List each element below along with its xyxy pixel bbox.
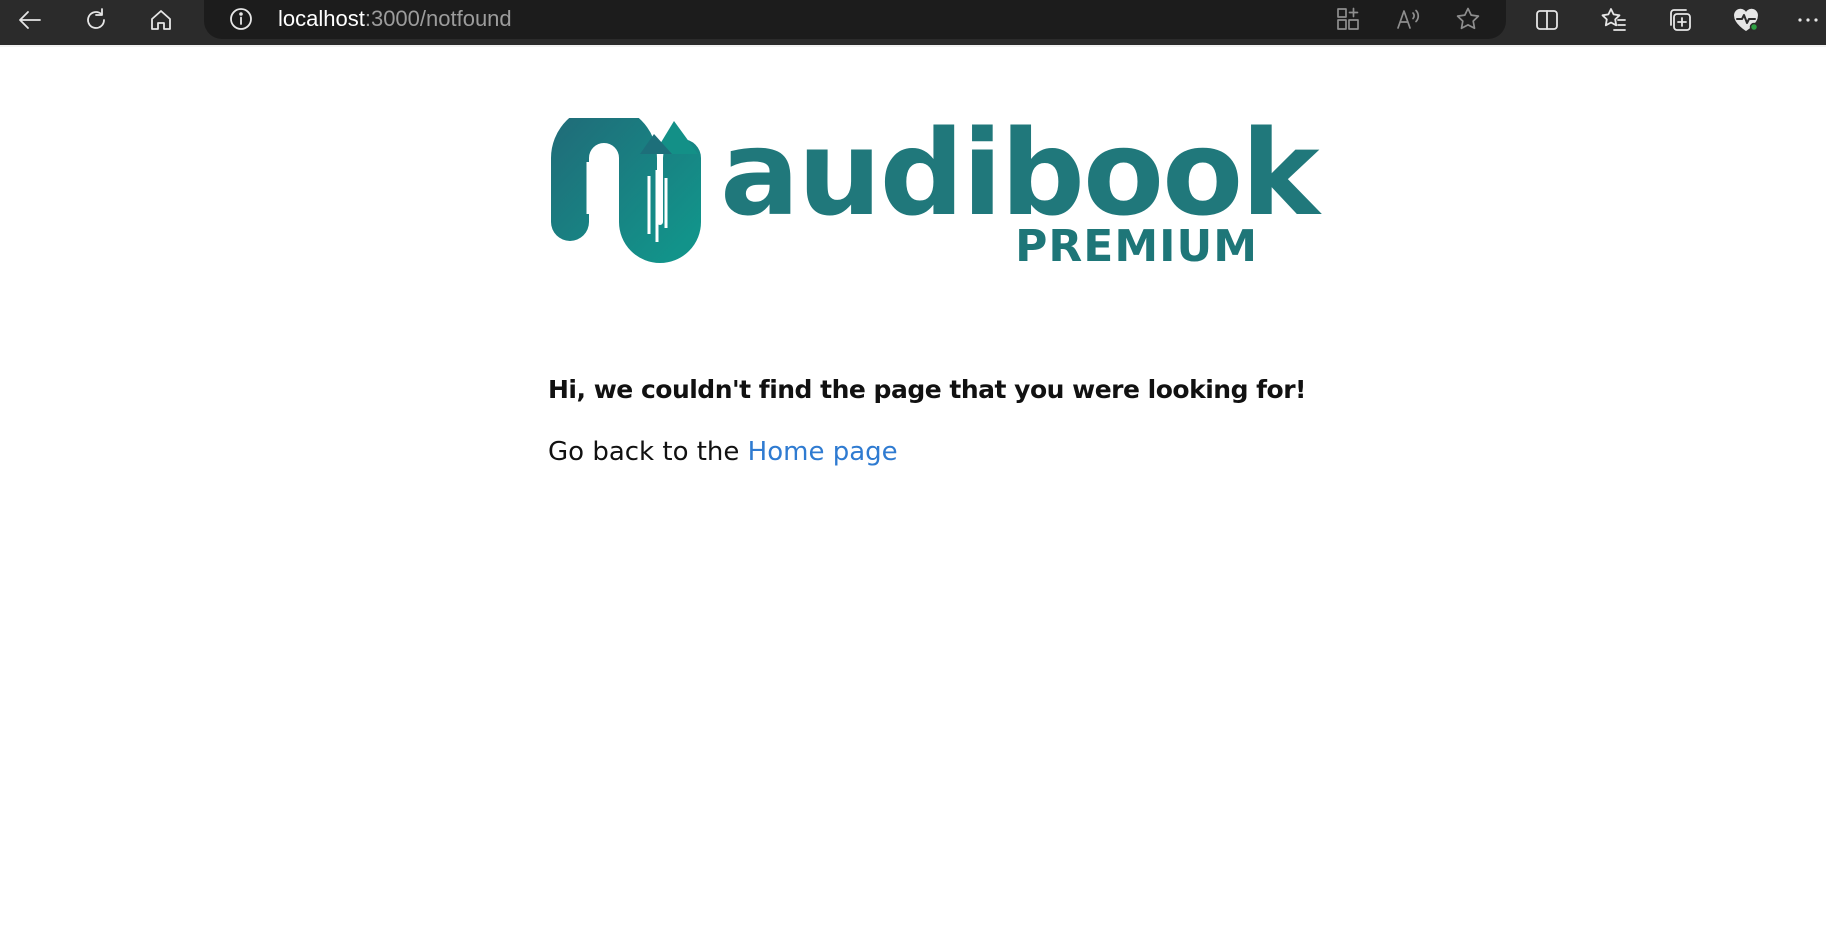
read-aloud-button[interactable] bbox=[1391, 4, 1425, 34]
home-page-link[interactable]: Home page bbox=[748, 437, 898, 467]
home-button[interactable] bbox=[141, 3, 181, 37]
favorites-list-icon bbox=[1601, 8, 1626, 31]
info-icon bbox=[230, 8, 252, 30]
url-path: :3000/notfound bbox=[364, 6, 512, 31]
browser-essentials-button[interactable] bbox=[1726, 3, 1766, 37]
url-text[interactable]: localhost:3000/notfound bbox=[278, 5, 512, 33]
not-found-message: Hi, we couldn't find the page that you w… bbox=[548, 375, 1306, 404]
read-aloud-icon bbox=[1397, 9, 1420, 29]
go-back-prefix: Go back to the bbox=[548, 437, 748, 467]
url-host: localhost bbox=[278, 6, 365, 31]
back-button[interactable] bbox=[10, 3, 50, 37]
split-screen-button[interactable] bbox=[1527, 3, 1567, 37]
apps-icon bbox=[1337, 7, 1359, 30]
collections-icon bbox=[1670, 9, 1691, 31]
refresh-icon bbox=[87, 8, 105, 29]
refresh-button[interactable] bbox=[76, 3, 116, 37]
favorites-button[interactable] bbox=[1594, 3, 1634, 37]
favorite-button[interactable] bbox=[1451, 4, 1485, 34]
more-icon bbox=[1798, 18, 1818, 22]
go-back-text: Go back to the Home page bbox=[548, 434, 898, 470]
apps-button[interactable] bbox=[1331, 4, 1365, 34]
more-button[interactable] bbox=[1792, 3, 1824, 37]
collections-button[interactable] bbox=[1660, 3, 1700, 37]
logo-wordmark: audibook bbox=[720, 104, 1320, 242]
browser-toolbar: localhost:3000/notfound bbox=[0, 0, 1826, 46]
logo-mark-icon bbox=[551, 118, 701, 263]
audibook-logo: audibook PREMIUM bbox=[548, 114, 1320, 278]
home-icon bbox=[151, 10, 171, 30]
site-info-button[interactable] bbox=[228, 6, 254, 32]
logo-subtitle: PREMIUM bbox=[1015, 221, 1258, 272]
back-arrow-icon bbox=[19, 11, 41, 29]
address-bar[interactable]: localhost:3000/notfound bbox=[204, 0, 1506, 39]
star-icon bbox=[1456, 7, 1480, 30]
split-screen-icon bbox=[1536, 10, 1558, 30]
heartbeat-icon bbox=[1734, 8, 1759, 32]
content-divider bbox=[0, 45, 1826, 47]
